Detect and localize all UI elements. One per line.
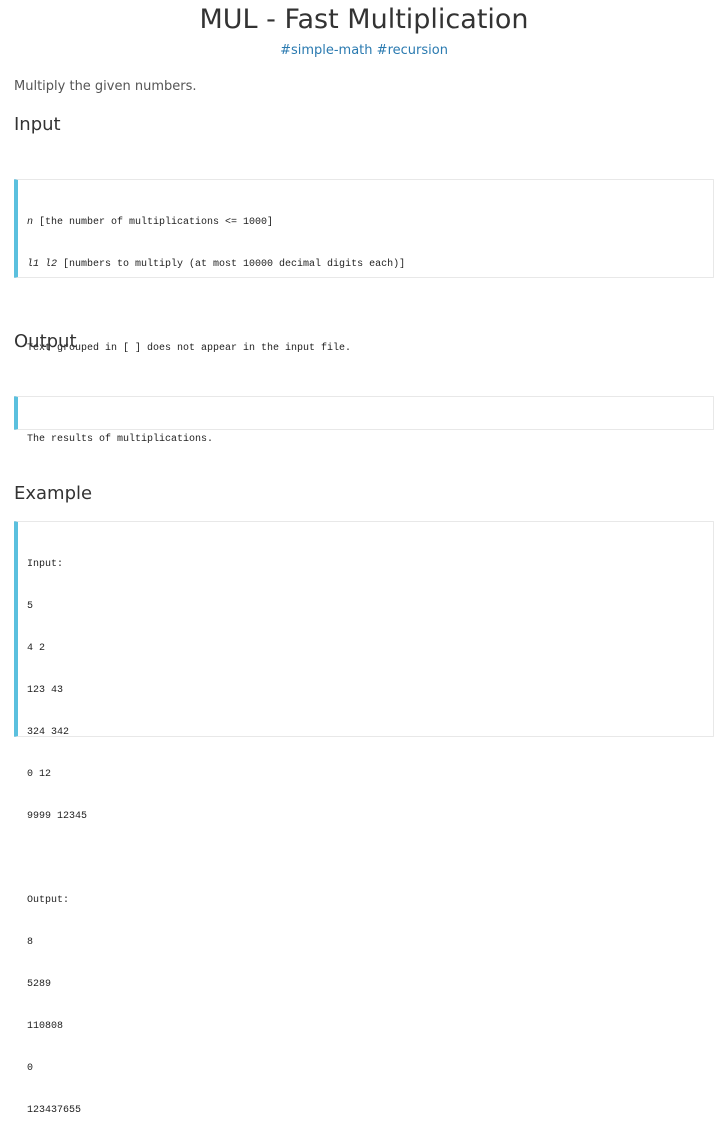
output-heading: Output	[14, 331, 77, 352]
tag-simple-math[interactable]: #simple-math	[280, 43, 372, 58]
example-line: 0	[27, 1063, 34, 1074]
example-line: 0 12	[27, 769, 52, 780]
tag-recursion[interactable]: #recursion	[377, 43, 448, 58]
example-line: Output:	[27, 895, 70, 906]
input-spec-line-1: n [the number of multiplications <= 1000…	[27, 216, 704, 230]
example-line: 123 43	[27, 685, 64, 696]
input-spec-note: Text grouped in [ ] does not appear in t…	[27, 343, 352, 354]
input-desc-l1-l2: [numbers to multiply (at most 10000 deci…	[57, 259, 406, 270]
example-line: 8	[27, 937, 34, 948]
problem-statement: Multiply the given numbers.	[14, 79, 197, 94]
example-line: 4 2	[27, 643, 46, 654]
example-line: 9999 12345	[27, 811, 88, 822]
tag-list: #simple-math #recursion	[14, 43, 714, 59]
example-line: Input:	[27, 559, 64, 570]
example-line	[27, 852, 704, 866]
output-spec-text: The results of multiplications.	[27, 434, 214, 445]
example-line: 123437655	[27, 1105, 82, 1116]
example-box: Input: 5 4 2 123 43 324 342 0 12 9999 12…	[14, 521, 714, 1116]
input-spec-box: n [the number of multiplications <= 1000…	[14, 179, 714, 354]
input-desc-n: [the number of multiplications <= 1000]	[33, 217, 274, 228]
example-line: 5	[27, 601, 34, 612]
input-spec-blank	[27, 300, 704, 314]
example-line: 5289	[27, 979, 52, 990]
input-spec-line-2: l1 l2 [numbers to multiply (at most 1000…	[27, 258, 704, 272]
example-heading: Example	[14, 483, 93, 504]
input-heading: Input	[14, 114, 61, 135]
output-spec-box: The results of multiplications.	[14, 396, 714, 445]
page-title: MUL - Fast Multiplication	[199, 4, 529, 35]
input-var-l1-l2: l1 l2	[27, 259, 58, 270]
example-line: 110808	[27, 1021, 64, 1032]
example-line: 324 342	[27, 727, 70, 738]
